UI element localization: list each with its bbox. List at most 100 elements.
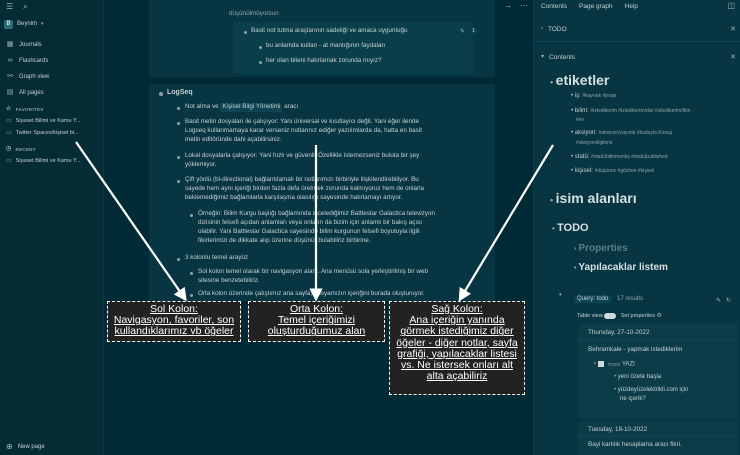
bullet[interactable] bbox=[177, 122, 180, 125]
block-text[interactable]: Orta kolon üzerinde çalıştımız ana sayfa… bbox=[198, 290, 425, 299]
sidebar-toggle-icon[interactable]: ☰ bbox=[6, 2, 13, 12]
search-icon[interactable]: ⌕ bbox=[23, 2, 27, 12]
block-text[interactable]: Basit not tutma araçlarının sadeliği ve … bbox=[251, 27, 407, 36]
todo-heading[interactable]: • TODO bbox=[552, 222, 589, 234]
bullet[interactable] bbox=[159, 92, 163, 96]
bullet[interactable] bbox=[177, 156, 180, 159]
nav-all-pages[interactable]: ▤ All pages bbox=[0, 85, 103, 101]
journal-date[interactable]: Tuesday, 18-10-2022 bbox=[588, 426, 647, 433]
tab-contents[interactable]: Contents bbox=[541, 3, 567, 10]
bullet[interactable] bbox=[259, 46, 262, 49]
callout-middle-column: Orta Kolon: Temel içeriğimizi oluşturduğ… bbox=[248, 301, 385, 342]
bullet[interactable] bbox=[259, 61, 262, 64]
block-text[interactable]: Logseq kullanmamaya karar verseniz notla… bbox=[185, 127, 422, 136]
journal-date[interactable]: Thursday, 27-10-2022 bbox=[588, 329, 650, 336]
checkbox[interactable] bbox=[597, 361, 604, 367]
tag-row[interactable]: #aksiyon/ilgilenir bbox=[576, 140, 613, 146]
block-text[interactable]: • yeni özete başla bbox=[614, 374, 661, 380]
sidebar-panel-icon[interactable]: ◫ bbox=[727, 1, 735, 11]
block-text[interactable]: beklemediğimiz bağlamlarla karşılaşma ol… bbox=[185, 194, 402, 203]
heading-isim-alanlari[interactable]: • isim alanları bbox=[550, 190, 637, 206]
gear-icon[interactable]: ⚙ bbox=[657, 311, 662, 321]
block-text[interactable]: her olan biteni hatırlamak zorunda mıyız… bbox=[266, 57, 382, 66]
heading-text: TODO bbox=[557, 222, 589, 234]
block-text[interactable]: sayede hem aynı içeriği birden fazla def… bbox=[185, 185, 424, 194]
tab-help[interactable]: Help bbox=[625, 3, 638, 10]
block-text[interactable]: Behramkale - yapmak istediklerim bbox=[588, 346, 682, 353]
tag-values: #ev bbox=[576, 117, 585, 123]
block-text[interactable]: yüklemiyor. bbox=[185, 161, 217, 170]
todo-marker: TODO bbox=[607, 361, 621, 367]
block-text[interactable]: sitesine benzetebiliriz. bbox=[198, 277, 260, 286]
bullet[interactable] bbox=[190, 294, 193, 297]
block-text[interactable]: olabilir. Yani Battlestar Galactica saye… bbox=[198, 228, 420, 237]
graph-selector[interactable]: B Beynim ▾ bbox=[0, 18, 103, 30]
tag-row[interactable]: • bilim: #izledikerim #izledikerim/dizi … bbox=[571, 108, 691, 114]
recent-header[interactable]: ◷ RECENT bbox=[0, 143, 103, 155]
close-icon[interactable]: ✕ bbox=[730, 25, 736, 33]
bullet[interactable] bbox=[177, 107, 180, 110]
block-text[interactable]: fikirlerimizi de dikkate alıp üzerine dü… bbox=[198, 237, 371, 246]
block-text[interactable]: 3 kolonlu temel arayüz bbox=[185, 254, 248, 263]
bullet[interactable] bbox=[177, 258, 180, 261]
ref-count-badge[interactable]: 1 bbox=[470, 28, 478, 34]
contents-panel-header[interactable]: ▾ Contents ✕ bbox=[534, 50, 740, 64]
favorites-header[interactable]: ☆ FAVORITES bbox=[0, 103, 103, 115]
nav-graph-view[interactable]: ⚯ Graph view bbox=[0, 69, 103, 85]
tag-row[interactable]: • iş: #kaynak #proje bbox=[571, 93, 616, 99]
properties-heading[interactable]: • Properties bbox=[574, 243, 628, 254]
tag-row[interactable]: • statü: #statü/bilinmemiş #statü/publis… bbox=[571, 154, 668, 160]
more-icon[interactable]: ⋯ bbox=[520, 1, 528, 11]
block-text[interactable]: Sol kolon temel olarak bir navigasyon al… bbox=[198, 268, 428, 277]
block-text[interactable]: ne içerik? bbox=[620, 396, 646, 402]
block-text[interactable]: Bayi karlılık hesaplama aracı fikri. bbox=[588, 441, 682, 448]
recent-item[interactable]: ▭ Siyaset Bilimi ve Kamu Y... bbox=[0, 155, 103, 167]
new-page-button[interactable]: ⊕ New page bbox=[6, 442, 45, 452]
block-text[interactable]: • yüzdeyüzelektrikli.com için bbox=[614, 387, 688, 393]
page-link[interactable]: Kişisel Bilgi Yönetimi bbox=[220, 103, 283, 112]
block-text[interactable]: Basit metin dosyaları ile çalışıyor: Yan… bbox=[185, 118, 419, 127]
bullet[interactable]: • bbox=[559, 290, 562, 299]
heading-etiketler[interactable]: • etiketler bbox=[550, 72, 609, 88]
block-title[interactable]: LogSeq bbox=[167, 89, 193, 98]
nav-flashcards[interactable]: ∞ Flashcards bbox=[0, 53, 103, 69]
callout-line: kullandıklarımız vb öğeler bbox=[114, 325, 234, 338]
table-view-toggle[interactable] bbox=[604, 312, 617, 319]
tag-row[interactable]: #ev bbox=[576, 117, 584, 123]
block-text[interactable]: dizisinin felsefi açıdan anlamları veya … bbox=[198, 219, 422, 228]
todo-panel-header[interactable]: › TODO ✕ bbox=[534, 22, 740, 36]
bullet[interactable] bbox=[190, 272, 193, 275]
tab-page-graph[interactable]: Page graph bbox=[579, 3, 613, 10]
bullet[interactable] bbox=[244, 31, 247, 34]
edit-icon[interactable]: ✎ bbox=[716, 296, 721, 306]
todo-item[interactable]: • TODO YAZI bbox=[594, 361, 635, 368]
block-text[interactable]: metin editöründe dahi açabilirsiniz. bbox=[185, 136, 282, 145]
query-label[interactable]: Query: todo bbox=[574, 295, 612, 303]
nav-journals[interactable]: ▦ Journals bbox=[0, 37, 103, 53]
right-sidebar-tabs: Contents Page graph Help ◫ bbox=[534, 0, 740, 12]
favorite-item[interactable]: ▭ Twitter Spaces/kişisel bi... bbox=[0, 127, 103, 139]
block-text[interactable]: Lokal dosyalarla çalışıyor: Yani hızlı v… bbox=[185, 152, 419, 161]
favorite-label: Siyaset Bilimi ve Kamu Y... bbox=[15, 118, 81, 124]
favorite-item[interactable]: ▭ Siyaset Bilimi ve Kamu Y... bbox=[0, 115, 103, 127]
block-text[interactable]: bu anlamda kullan - at mantığının faydal… bbox=[266, 42, 385, 51]
block-text[interactable]: Çift yönlü (bi-directional) bağlantılama… bbox=[185, 176, 419, 185]
recent-label: Siyaset Bilimi ve Kamu Y... bbox=[15, 158, 81, 164]
refresh-icon[interactable]: ↻ bbox=[726, 296, 731, 306]
yapilacaklar-heading[interactable]: • Yapılacaklar listem bbox=[574, 262, 668, 273]
bullet[interactable] bbox=[190, 214, 193, 217]
outline-block-2: LogSeq Not alma ve Kişisel Bilgi Yönetim… bbox=[149, 84, 495, 301]
callout-line: görmek istediğimiz diğer bbox=[400, 325, 514, 338]
bullet[interactable] bbox=[177, 180, 180, 183]
edit-icon[interactable]: ✎ bbox=[460, 27, 465, 37]
favorite-label: Twitter Spaces/kişisel bi... bbox=[15, 130, 79, 136]
new-page-label: New page bbox=[17, 444, 45, 450]
tag-row[interactable]: • kişisel: #düşünce #gözlem #kişisel bbox=[571, 168, 654, 174]
tag-key: iş: bbox=[574, 93, 581, 99]
set-properties-label[interactable]: Set properties bbox=[621, 313, 655, 319]
tag-row[interactable]: • aksiyon: #aksiyon/yayınla #kudayla Kon… bbox=[571, 130, 672, 136]
close-icon[interactable]: ✕ bbox=[730, 53, 736, 61]
forward-icon[interactable]: → bbox=[504, 1, 512, 11]
block-text[interactable]: Örneğin: Bilim Kurgu başlığı bağlamında … bbox=[198, 210, 435, 219]
block-text[interactable]: Not alma ve Kişisel Bilgi Yönetimi aracı bbox=[185, 103, 298, 112]
